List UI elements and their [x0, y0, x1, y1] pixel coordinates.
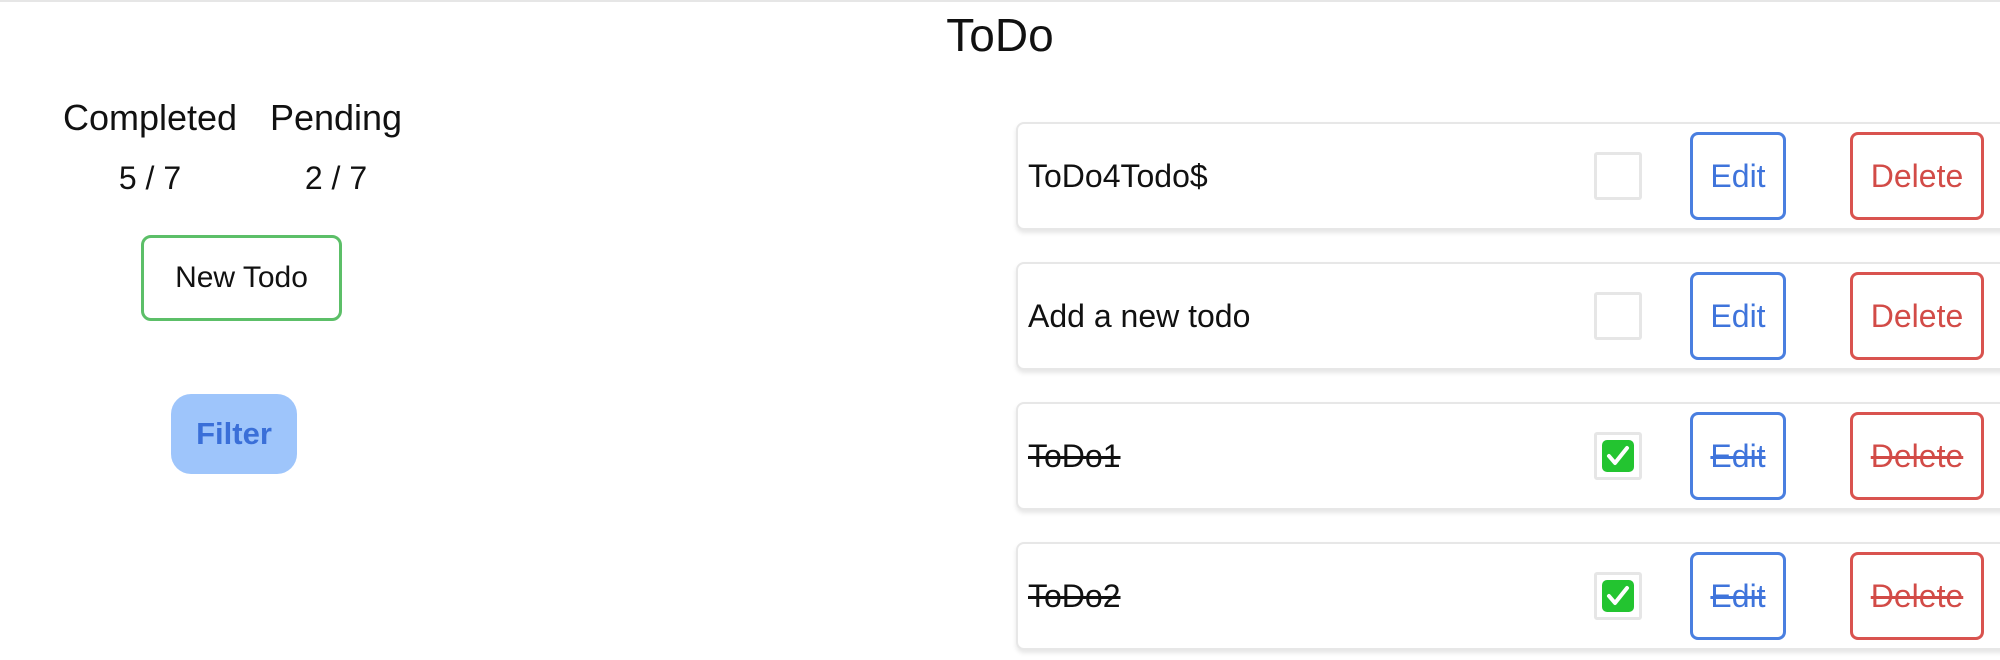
completed-stat: Completed 5 / 7 — [60, 96, 240, 198]
delete-button[interactable]: Delete — [1850, 132, 1984, 220]
completed-count: 5 / 7 — [118, 160, 182, 196]
edit-button[interactable]: Edit — [1690, 412, 1786, 500]
check-icon — [1602, 580, 1634, 612]
todo-checkbox[interactable] — [1594, 432, 1642, 480]
delete-button[interactable]: Delete — [1850, 272, 1984, 360]
pending-count: 2 / 7 — [304, 160, 368, 196]
delete-button[interactable]: Delete — [1850, 412, 1984, 500]
todo-item: ToDo4Todo$ Edit Delete — [1016, 122, 2000, 230]
todo-text: Add a new todo — [1028, 297, 1251, 334]
todo-checkbox[interactable] — [1594, 292, 1642, 340]
edit-button[interactable]: Edit — [1690, 272, 1786, 360]
edit-button[interactable]: Edit — [1690, 132, 1786, 220]
new-todo-button[interactable]: New Todo — [141, 235, 342, 321]
filter-button[interactable]: Filter — [171, 394, 297, 474]
pending-label: Pending — [269, 97, 403, 138]
todo-item: ToDo2 Edit Delete — [1016, 542, 2000, 650]
todo-checkbox[interactable] — [1594, 572, 1642, 620]
top-divider — [0, 0, 2000, 2]
todo-item: Add a new todo Edit Delete — [1016, 262, 2000, 370]
page-title: ToDo — [946, 9, 1054, 61]
todo-text: ToDo1 — [1028, 437, 1121, 474]
todo-text: ToDo4Todo$ — [1028, 157, 1208, 194]
todo-checkbox[interactable] — [1594, 152, 1642, 200]
delete-button[interactable]: Delete — [1850, 552, 1984, 640]
todo-item: ToDo1 Edit Delete — [1016, 402, 2000, 510]
pending-stat: Pending 2 / 7 — [246, 96, 426, 198]
check-icon — [1602, 440, 1634, 472]
todo-text: ToDo2 — [1028, 577, 1121, 614]
completed-label: Completed — [62, 97, 238, 138]
edit-button[interactable]: Edit — [1690, 552, 1786, 640]
